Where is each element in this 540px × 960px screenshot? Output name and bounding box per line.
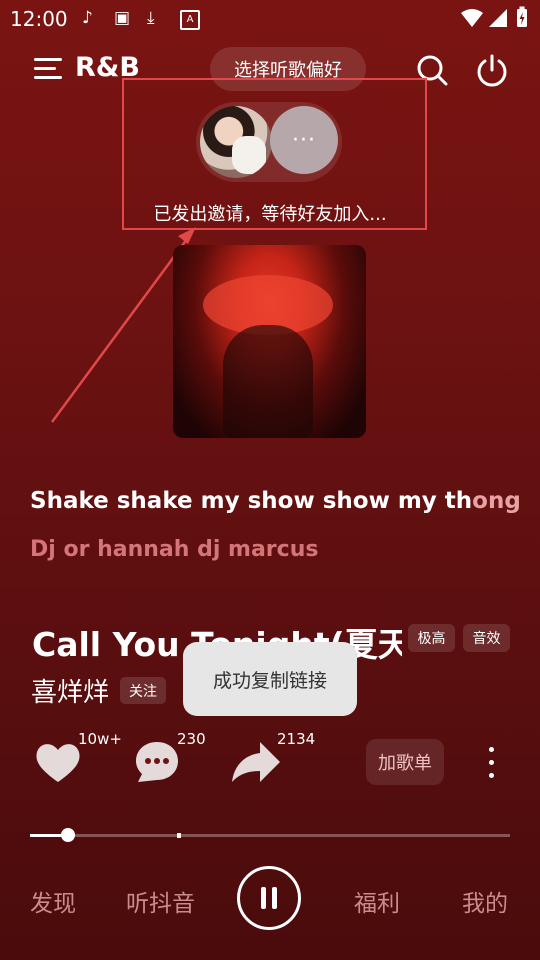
add-to-playlist-button[interactable]: 加歌单 bbox=[366, 739, 444, 785]
download-icon: ⤓ bbox=[147, 8, 155, 28]
font-icon: A bbox=[180, 10, 200, 30]
power-icon[interactable] bbox=[475, 54, 509, 88]
current-lyric-unsung: ong bbox=[472, 488, 521, 514]
more-options-icon[interactable] bbox=[484, 745, 498, 781]
comment-count: 230 bbox=[177, 730, 206, 748]
status-bar: 12:00 ♪ ▣ ⤓ A bbox=[0, 0, 540, 36]
menu-icon[interactable] bbox=[34, 56, 62, 82]
like-count: 10w+ bbox=[78, 730, 122, 748]
progress-track[interactable] bbox=[30, 834, 510, 837]
heart-icon[interactable] bbox=[34, 740, 82, 784]
copy-link-toast: 成功复制链接 bbox=[183, 642, 357, 716]
share-count: 2134 bbox=[277, 730, 316, 748]
tiktok-icon: ♪ bbox=[82, 8, 93, 28]
quality-tag[interactable]: 极高 bbox=[408, 624, 455, 652]
annotation-highlight-box bbox=[122, 78, 427, 230]
next-lyric-line: Dj or hannah dj marcus bbox=[30, 537, 319, 562]
nav-welfare[interactable]: 福利 bbox=[354, 884, 400, 918]
battery-icon bbox=[517, 6, 527, 27]
pause-icon-bar-right bbox=[272, 887, 277, 909]
nav-mine[interactable]: 我的 bbox=[462, 884, 508, 918]
image-icon: ▣ bbox=[114, 8, 131, 28]
pause-button[interactable] bbox=[237, 866, 301, 930]
signal-icon bbox=[489, 9, 507, 27]
wifi-icon bbox=[461, 9, 483, 27]
nav-listen-douyin[interactable]: 听抖音 bbox=[126, 884, 195, 918]
pause-icon-bar-left bbox=[261, 887, 266, 909]
buffer-marker bbox=[176, 833, 181, 838]
nav-discover[interactable]: 发现 bbox=[30, 884, 76, 918]
artist-name[interactable]: 喜烊烊 bbox=[31, 672, 109, 709]
status-time: 12:00 bbox=[10, 7, 68, 31]
current-lyric-line: Shake shake my show show my thong bbox=[30, 488, 521, 514]
follow-button[interactable]: 关注 bbox=[120, 677, 166, 704]
progress-thumb[interactable] bbox=[61, 828, 76, 842]
current-lyric-sung: Shake shake my show show my th bbox=[30, 488, 473, 514]
album-cover bbox=[173, 245, 366, 438]
share-icon[interactable] bbox=[230, 740, 282, 784]
sound-effect-tag[interactable]: 音效 bbox=[463, 624, 510, 652]
comment-icon[interactable] bbox=[134, 740, 180, 784]
